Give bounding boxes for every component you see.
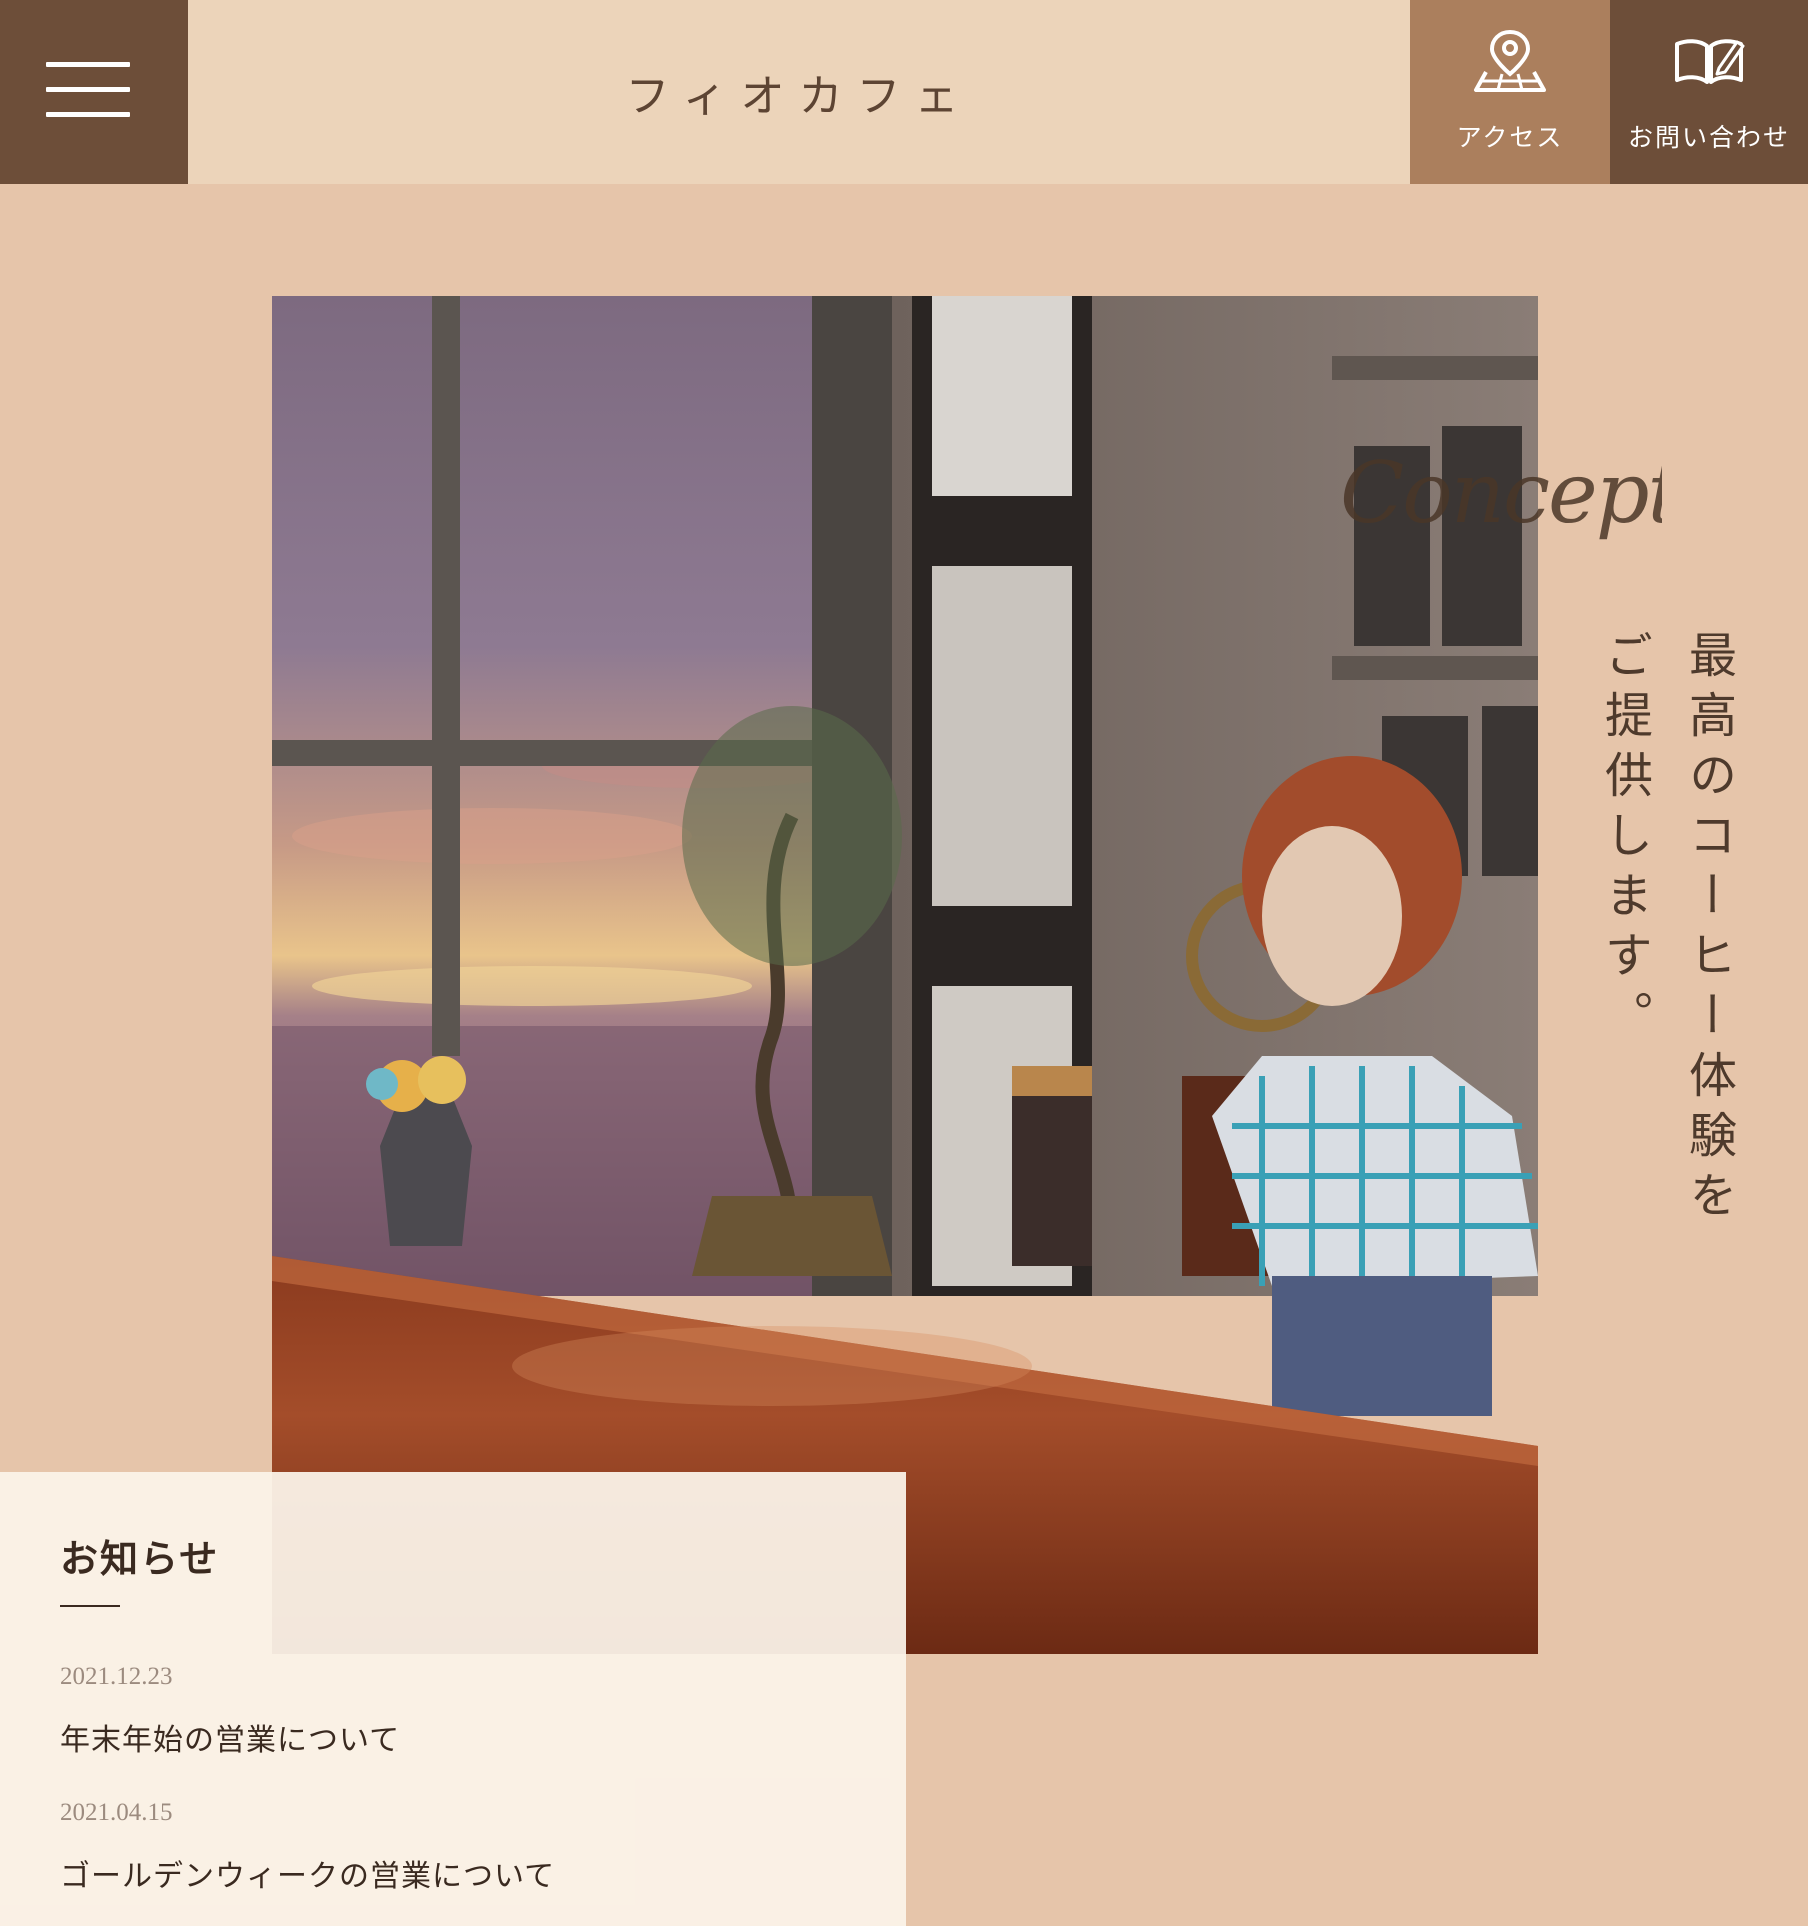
catchphrase: 最高のコーヒー体験をご提供します。 bbox=[1596, 630, 1736, 1230]
map-pin-icon bbox=[1474, 29, 1546, 92]
news-title: お知らせ bbox=[60, 1536, 220, 1581]
news-title-underline bbox=[60, 1605, 120, 1607]
news-date: 2021.12.23 bbox=[60, 1663, 173, 1690]
news-panel: お知らせ 2021.12.23 年末年始の営業について 2021.04.15 ゴ… bbox=[0, 1472, 906, 1926]
concept-heading-text: Concept bbox=[1340, 444, 1662, 542]
access-label: アクセス bbox=[1456, 123, 1564, 152]
site-title[interactable]: フィオカフェ bbox=[188, 0, 1410, 184]
access-button[interactable]: アクセス bbox=[1410, 0, 1610, 184]
news-date: 2021.04.15 bbox=[60, 1799, 173, 1826]
contact-label: お問い合わせ bbox=[1627, 123, 1790, 152]
contact-button[interactable]: お問い合わせ bbox=[1610, 0, 1808, 184]
menu-line bbox=[46, 62, 130, 67]
site-header: フィオカフェ アクセス お問い合わせ bbox=[0, 0, 1808, 184]
menu-line bbox=[46, 87, 130, 92]
news-link[interactable]: ゴールデンウィークの営業について bbox=[60, 1851, 846, 1895]
hamburger-menu-button[interactable] bbox=[0, 0, 188, 184]
news-item[interactable]: 2021.12.23 年末年始の営業について bbox=[60, 1663, 846, 1759]
news-link[interactable]: 年末年始の営業について bbox=[60, 1715, 846, 1759]
menu-line bbox=[46, 112, 130, 117]
concept-heading: Concept bbox=[1340, 444, 1662, 542]
news-item[interactable]: 2021.04.15 ゴールデンウィークの営業について bbox=[60, 1799, 846, 1895]
book-pen-icon bbox=[1675, 39, 1745, 84]
